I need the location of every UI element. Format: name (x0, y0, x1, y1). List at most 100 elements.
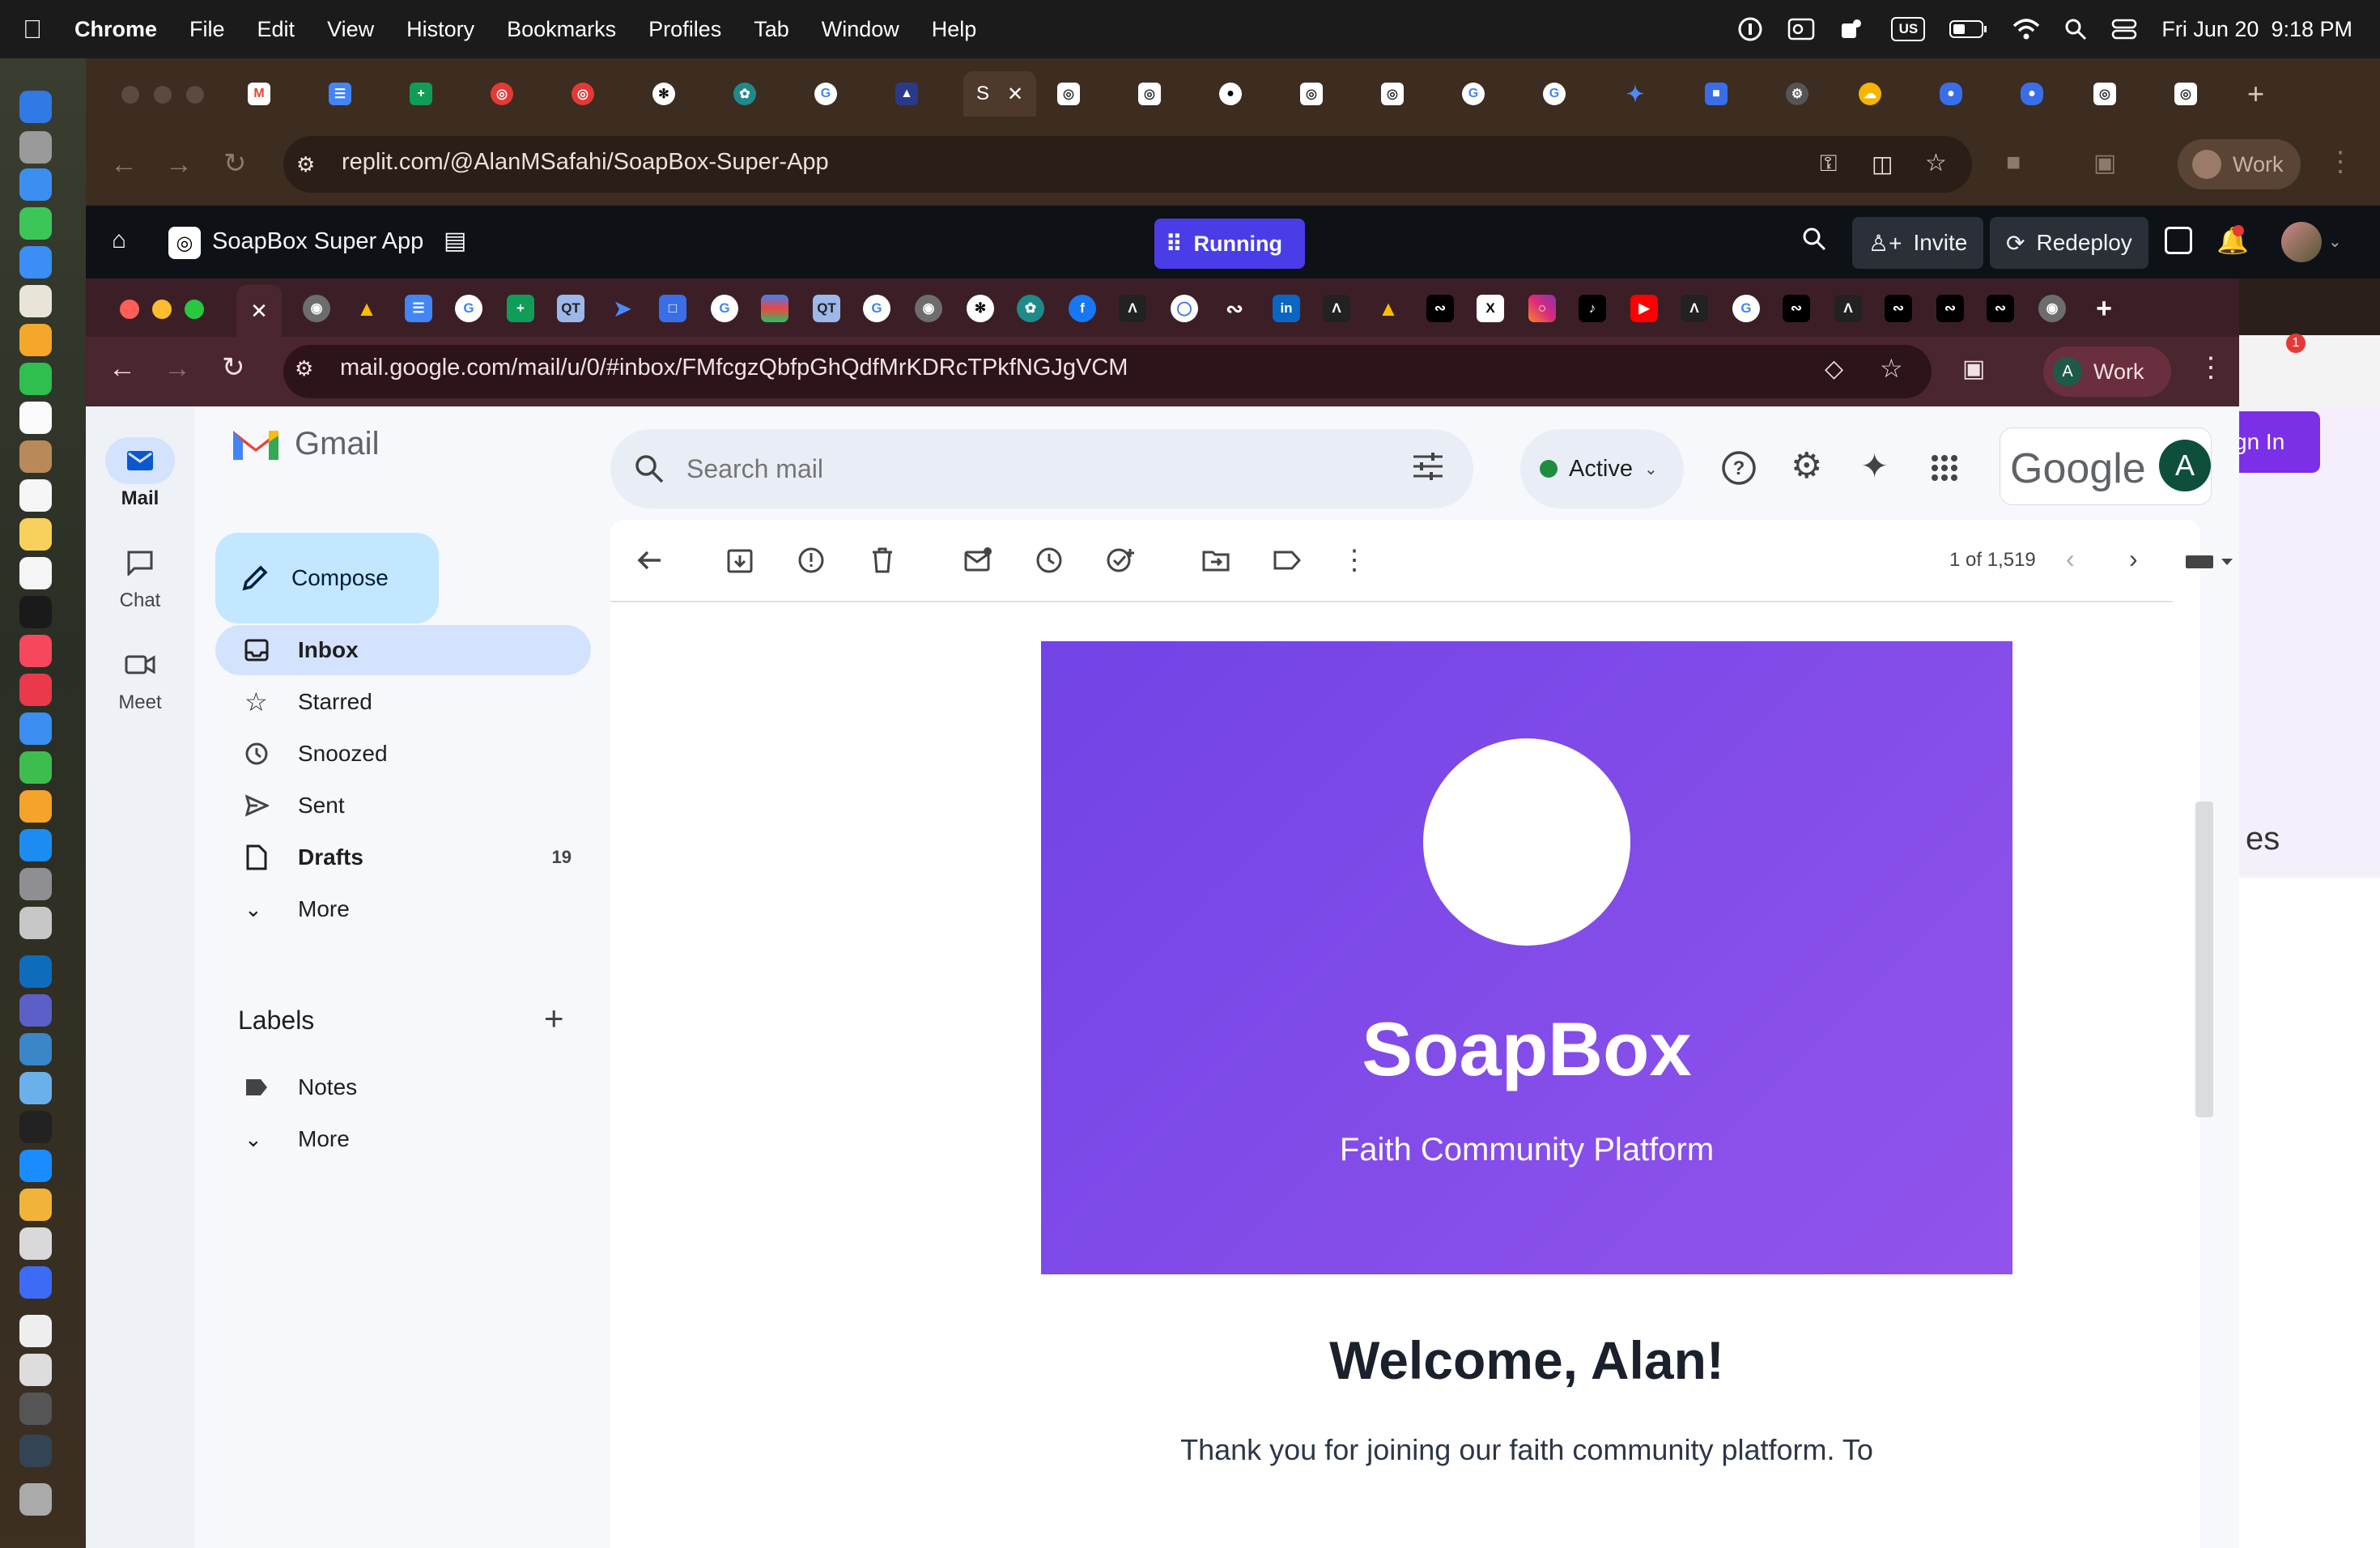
extensions-icon[interactable]: ■ (2006, 149, 2021, 176)
inner-bookmark-star-icon[interactable]: ☆ (1880, 353, 1903, 384)
inner-tab[interactable]: Λ (1681, 295, 1708, 322)
outer-tab[interactable]: ⚙ (1786, 74, 1808, 113)
facebook-tab-icon[interactable]: f (1069, 295, 1096, 322)
wifi-icon[interactable] (2012, 18, 2040, 40)
invite-button[interactable]: ♙+ Invite (1852, 217, 1984, 269)
inner-tab[interactable]: ☰ (405, 295, 432, 322)
inner-tab[interactable]: ▲ (1375, 295, 1402, 322)
trash-icon[interactable] (19, 1483, 52, 1516)
outer-tab[interactable]: ◎ (2174, 74, 2197, 113)
document-icon[interactable] (19, 1315, 52, 1347)
inner-tab[interactable]: ◉ (915, 295, 942, 322)
outer-tab[interactable]: ✻ (652, 74, 675, 113)
outer-maximize-button[interactable] (186, 86, 204, 104)
outer-tab[interactable]: ✿ (733, 74, 756, 113)
finder-icon[interactable] (19, 91, 52, 123)
label-notes[interactable]: Notes (215, 1062, 591, 1112)
outer-tab[interactable]: ● (1219, 74, 1242, 113)
inner-tab[interactable]: G (1732, 295, 1760, 322)
outer-tab[interactable]: ◎ (1138, 74, 1161, 113)
inner-close-button[interactable] (120, 300, 139, 319)
music-icon[interactable] (19, 635, 52, 667)
menu-profiles[interactable]: Profiles (648, 17, 721, 42)
gmail-logo[interactable]: Gmail (230, 424, 379, 463)
spotlight-search-icon[interactable] (2064, 18, 2087, 40)
outer-reload-icon[interactable]: ↻ (223, 147, 247, 180)
apple-icon[interactable]:  (23, 15, 42, 45)
outer-tab[interactable]: G (1543, 74, 1566, 113)
outer-tab[interactable]: G (814, 74, 837, 113)
archive-icon[interactable] (725, 546, 754, 575)
replit-search-icon[interactable] (1802, 227, 1826, 251)
move-to-icon[interactable] (1201, 546, 1230, 575)
nav-sent[interactable]: Sent (215, 780, 591, 831)
inner-tab[interactable]: ∾ (1783, 295, 1810, 322)
menu-history[interactable]: History (406, 17, 474, 42)
menu-view[interactable]: View (327, 17, 374, 42)
delete-trash-icon[interactable] (868, 546, 897, 575)
inner-tab[interactable]: ✿ (1017, 295, 1044, 322)
rail-meet-label[interactable]: Meet (86, 691, 194, 714)
inner-tab[interactable]: G (455, 295, 482, 322)
menu-file[interactable]: File (189, 17, 225, 42)
tab-search-icon[interactable]: ▣ (2093, 149, 2116, 177)
notes-icon[interactable] (19, 518, 52, 551)
inner-tab[interactable]: □ (659, 295, 686, 322)
control-center-icon[interactable] (2111, 18, 2137, 40)
teams-dock-icon[interactable] (19, 994, 52, 1027)
outlook-icon[interactable] (1787, 17, 1815, 41)
outer-forward-icon[interactable]: → (165, 149, 193, 181)
battery-icon[interactable] (1949, 19, 1988, 39)
menu-bookmarks[interactable]: Bookmarks (507, 17, 616, 42)
inner-tab[interactable]: ∾ (1936, 295, 1964, 322)
chevron-down-icon[interactable]: ⌄ (2328, 232, 2342, 252)
safari-icon[interactable] (19, 168, 52, 201)
signal-icon[interactable] (19, 1266, 52, 1299)
outer-tab-active[interactable]: S ✕ (963, 71, 1036, 117)
inner-maximize-button[interactable] (185, 300, 204, 319)
bookmark-star-icon[interactable]: ☆ (1925, 149, 1947, 177)
replit-avatar[interactable] (2281, 222, 2322, 262)
printer-icon[interactable] (19, 1227, 52, 1260)
inner-tab[interactable]: ◉ (303, 295, 330, 322)
menu-window[interactable]: Window (822, 17, 899, 42)
news-icon[interactable] (19, 674, 52, 706)
outer-tab[interactable]: ☰ (329, 74, 351, 113)
outer-close-button[interactable] (121, 86, 139, 104)
replit-pane-toggle-icon[interactable] (2165, 227, 2192, 254)
nav-drafts[interactable]: Drafts 19 (215, 832, 591, 882)
run-status-button[interactable]: ⠿ Running (1154, 219, 1305, 269)
outer-tab[interactable]: ◎ (572, 74, 594, 113)
teams-icon[interactable] (1839, 17, 1867, 41)
folder-icon[interactable] (19, 1393, 52, 1425)
gemini-sparkle-icon[interactable]: ✦ (1860, 449, 1889, 484)
maps-icon[interactable] (19, 285, 52, 317)
onepassword-icon[interactable] (1737, 16, 1763, 42)
inner-profile-button[interactable]: A Work (2043, 347, 2171, 397)
inner-tab[interactable]: Λ (1119, 295, 1146, 322)
rail-mail-label[interactable]: Mail (86, 487, 194, 510)
password-key-icon[interactable]: ⚿ (1820, 151, 1837, 177)
facetime-icon[interactable] (19, 363, 52, 395)
inner-tab[interactable]: G (863, 295, 890, 322)
outer-tab[interactable]: ◎ (2093, 74, 2116, 113)
redeploy-button[interactable]: ⟳ Redeploy (1990, 217, 2148, 269)
search-bar[interactable] (610, 429, 1473, 508)
inner-tab[interactable]: QT (557, 295, 584, 322)
inner-url-text[interactable]: mail.google.com/mail/u/0/#inbox/FMfcgzQb… (340, 355, 1128, 381)
outer-tab[interactable]: ◎ (1057, 74, 1080, 113)
nav-starred[interactable]: ☆ Starred (215, 677, 591, 727)
inner-lens-icon[interactable]: ◇ (1825, 355, 1843, 383)
outer-tab[interactable]: ▲ (895, 74, 918, 113)
remote-desktop-icon[interactable] (19, 1033, 52, 1065)
pages-icon[interactable] (19, 790, 52, 823)
outer-tab[interactable]: ◎ (1300, 74, 1323, 113)
labels-more[interactable]: ⌄ More (215, 1114, 591, 1164)
label-icon[interactable] (1273, 546, 1302, 575)
previous-chevron-icon[interactable]: ‹ (2066, 544, 2075, 574)
terminal-icon[interactable] (19, 1111, 52, 1143)
linkedin-tab-icon[interactable]: in (1273, 295, 1300, 322)
outer-back-icon[interactable]: ← (110, 149, 138, 181)
outer-tab[interactable]: ☁ (1859, 74, 1881, 113)
inner-tab[interactable]: ✻ (967, 295, 994, 322)
